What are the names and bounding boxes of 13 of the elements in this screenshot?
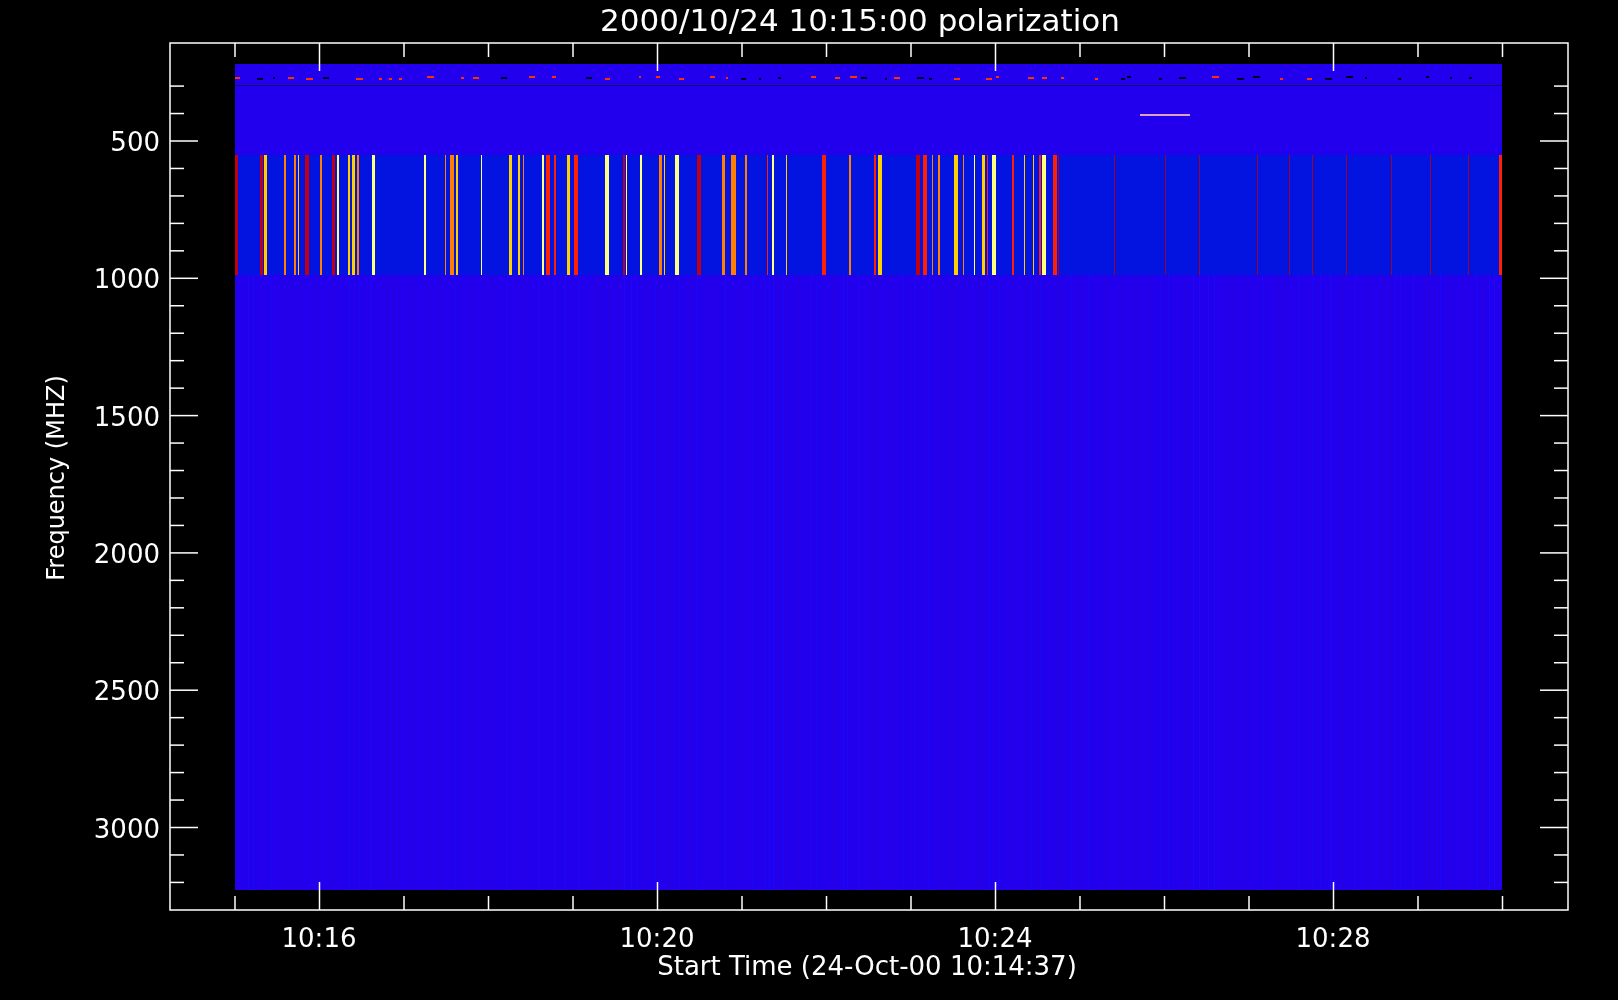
axis-tick-label: 1000: [93, 264, 160, 295]
axis-tick-label: 10:24: [957, 923, 1033, 953]
plot-title: 2000/10/24 10:15:00 polarization: [600, 2, 1120, 38]
axis-title: Start Time (24-Oct-00 10:14:37): [657, 951, 1077, 981]
axis-tick-label: 2500: [93, 676, 160, 707]
axis-title: Frequency (MHZ): [42, 375, 70, 581]
axis-tick-label: 10:16: [281, 923, 357, 953]
axis-tick-label: 3000: [93, 813, 160, 844]
axis-tick-label: 500: [110, 127, 160, 157]
axis-tick-label: 1500: [93, 401, 160, 432]
axis-tick-label: 2000: [93, 538, 160, 569]
axis-tick-label: 10:20: [619, 923, 695, 953]
axis-tick-label: 10:28: [1295, 923, 1371, 953]
